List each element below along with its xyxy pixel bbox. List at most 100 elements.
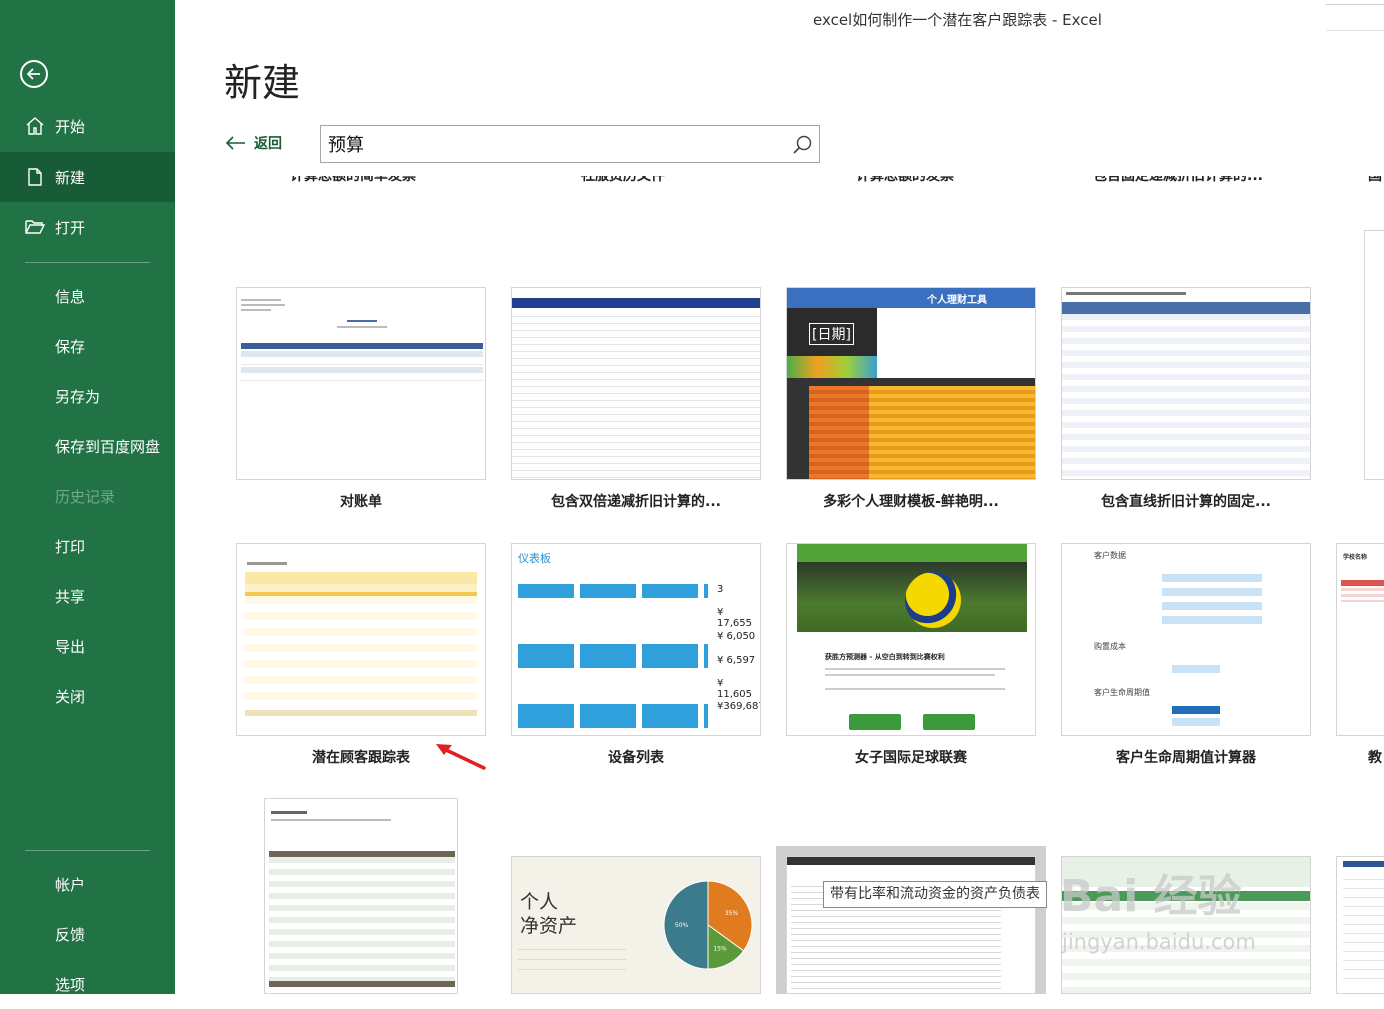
template-clv-calculator[interactable]: 客户数据 购置成本 客户生命周期值 xyxy=(1061,543,1311,736)
sidebar-item-account[interactable]: 帐户 xyxy=(0,859,175,909)
window-title: excel如何制作一个潜在客户跟踪表 - Excel xyxy=(813,11,1102,29)
thumb-heading xyxy=(247,562,287,565)
home-icon xyxy=(25,116,45,136)
template-label[interactable]: 包含双倍递减折旧计算的... xyxy=(511,491,761,511)
thumb-text-line xyxy=(825,674,995,676)
thumb-text-line xyxy=(825,688,1005,690)
thumb-heading xyxy=(337,326,387,328)
sidebar-item-close[interactable]: 关闭 xyxy=(0,671,175,721)
template-womens-soccer[interactable]: 获胜方预测器 - 从空白到转到比赛权利 xyxy=(786,543,1036,736)
template-label[interactable]: 对账单 xyxy=(236,491,486,511)
thumb-tiles xyxy=(518,704,708,728)
template-search[interactable] xyxy=(320,125,820,163)
thumb-date: [日期] xyxy=(809,323,854,345)
template-statement[interactable] xyxy=(236,287,486,480)
thumb-rows xyxy=(1343,871,1384,981)
template-thumbnail-partial[interactable] xyxy=(1364,230,1384,480)
thumb-input-cell xyxy=(1172,665,1220,673)
template-double-declining[interactable] xyxy=(511,287,761,480)
template-title-clipped: 计算总额的发票 xyxy=(856,176,954,184)
thumb-result-cell xyxy=(1172,718,1220,726)
sidebar-item-label: 另存为 xyxy=(55,387,101,406)
soccer-ball-icon xyxy=(905,572,961,628)
template-label[interactable]: 教 xyxy=(1368,747,1382,767)
thumb-section: 客户数据 xyxy=(1094,551,1126,560)
sidebar-item-label: 反馈 xyxy=(55,925,86,944)
thumb-title: 个人理财工具 xyxy=(927,295,987,306)
thumb-table-row xyxy=(241,367,483,373)
sidebar-item-open[interactable]: 打开 xyxy=(0,202,175,252)
sidebar-item-new[interactable]: 新建 xyxy=(0,152,175,202)
template-table-thumb[interactable] xyxy=(264,798,458,994)
thumb-text-lines xyxy=(241,296,291,320)
thumb-rows xyxy=(1062,903,1310,993)
template-net-worth[interactable]: 个人 净资产 50% 35% 15% xyxy=(511,856,761,994)
sidebar-item-feedback[interactable]: 反馈 xyxy=(0,909,175,959)
template-school-partial[interactable]: 学校名称 xyxy=(1336,543,1384,736)
thumb-table-row xyxy=(241,351,483,357)
template-balance-sheet[interactable] xyxy=(786,856,1036,994)
thumb-heading xyxy=(347,320,377,322)
thumb-grid xyxy=(512,310,760,479)
pie-slice-label: 15% xyxy=(713,946,727,953)
thumb-heading xyxy=(271,811,307,814)
template-label[interactable]: 包含直线折旧计算的固定... xyxy=(1061,491,1311,511)
thumb-rows xyxy=(1341,588,1384,602)
sidebar-item-info[interactable]: 信息 xyxy=(0,271,175,321)
window-edge xyxy=(1326,4,1384,5)
back-arrow-icon[interactable] xyxy=(20,60,48,88)
search-input[interactable] xyxy=(328,131,778,157)
thumb-button xyxy=(849,714,901,730)
sidebar-item-label: 选项 xyxy=(55,975,86,994)
thumb-band xyxy=(245,584,477,592)
template-label[interactable]: 多彩个人理财模板-鲜艳明... xyxy=(786,491,1036,511)
thumb-title: 仪表板 xyxy=(518,552,551,565)
template-personal-finance[interactable]: 个人理财工具 [日期] xyxy=(786,287,1036,480)
template-title-clipped: 国 xyxy=(1368,176,1382,184)
backstage-sidebar: 开始 新建 打开 信息 保存 另存为 保存到百度网盘 历史记录 打印 共享 导出… xyxy=(0,0,175,994)
thumb-banner xyxy=(797,544,1027,562)
sidebar-item-save[interactable]: 保存 xyxy=(0,321,175,371)
thumb-section: 客户生命周期值 xyxy=(1094,688,1150,697)
template-label[interactable]: 设备列表 xyxy=(511,747,761,767)
search-icon[interactable] xyxy=(791,134,813,156)
back-button[interactable]: 返回 xyxy=(226,133,282,153)
sidebar-item-home[interactable]: 开始 xyxy=(0,101,175,151)
sidebar-divider xyxy=(25,850,150,851)
sidebar-item-print[interactable]: 打印 xyxy=(0,521,175,571)
sidebar-item-share[interactable]: 共享 xyxy=(0,571,175,621)
thumb-title-bar xyxy=(787,857,1035,865)
sidebar-item-options[interactable]: 选项 xyxy=(0,959,175,1009)
template-label[interactable]: 客户生命周期值计算器 xyxy=(1061,747,1311,767)
template-straight-line[interactable] xyxy=(1061,287,1311,480)
sidebar-item-save-as[interactable]: 另存为 xyxy=(0,371,175,421)
thumb-total-row xyxy=(245,710,477,716)
thumb-title-bar xyxy=(787,288,1035,308)
thumb-table-row xyxy=(241,359,483,365)
template-inventory[interactable] xyxy=(1061,856,1311,994)
thumb-table-header xyxy=(241,343,483,349)
template-label[interactable]: 女子国际足球联赛 xyxy=(786,747,1036,767)
thumb-header xyxy=(1341,580,1384,586)
sidebar-item-label: 关闭 xyxy=(55,687,86,706)
sidebar-item-label: 导出 xyxy=(55,637,86,656)
template-equipment-list[interactable]: 仪表板 3 ¥ 17,655 ¥ 6,050 ¥ 6,597 ¥ 11,605 … xyxy=(511,543,761,736)
back-label: 返回 xyxy=(254,136,282,152)
thumb-heading: 获胜方预测器 - 从空白到转到比赛权利 xyxy=(825,653,945,661)
thumb-title-bar xyxy=(512,288,760,300)
sidebar-item-label: 开始 xyxy=(55,117,86,136)
thumb-banner xyxy=(245,572,477,584)
net-worth-pie-chart: 50% 35% 15% xyxy=(663,880,753,970)
thumb-table-header xyxy=(512,300,760,308)
template-lead-tracker[interactable] xyxy=(236,543,486,736)
sidebar-item-save-baidu[interactable]: 保存到百度网盘 xyxy=(0,421,175,471)
sidebar-item-label: 信息 xyxy=(55,287,86,306)
sidebar-item-label: 新建 xyxy=(55,168,86,187)
thumb-title: 学校名称 xyxy=(1343,554,1368,561)
page-title: 新建 xyxy=(224,61,301,105)
thumb-rows xyxy=(245,596,477,706)
left-arrow-icon xyxy=(226,136,245,150)
thumb-legend-rows xyxy=(518,949,626,979)
sidebar-item-export[interactable]: 导出 xyxy=(0,621,175,671)
template-partial[interactable] xyxy=(1336,856,1384,994)
